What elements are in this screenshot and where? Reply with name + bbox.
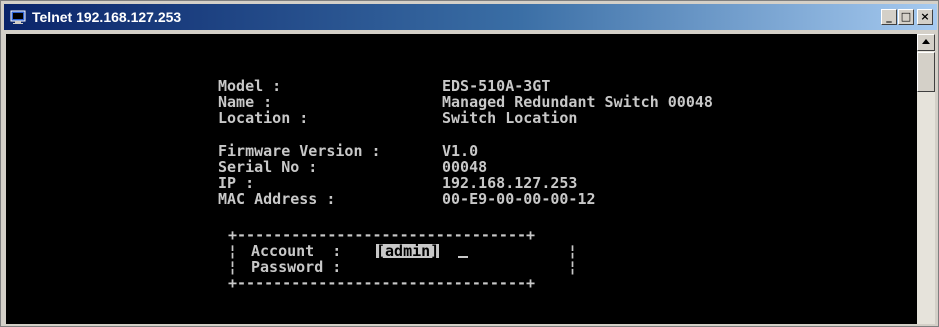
location-label: Location : <box>218 109 309 127</box>
maximize-button[interactable]: □ <box>898 9 914 25</box>
firmware-value: V1.0 <box>442 142 479 160</box>
mac-value: 00-E9-00-00-00-12 <box>442 190 596 208</box>
minimize-button[interactable]: _ <box>881 9 897 25</box>
model-label: Model : <box>218 77 282 95</box>
maximize-icon: □ <box>900 10 912 23</box>
ip-label: IP : <box>218 174 255 192</box>
terminal-screen[interactable]: Model : EDS-510A-3GT Name : Managed Redu… <box>6 34 917 324</box>
scroll-up-button[interactable] <box>917 34 935 51</box>
vertical-scrollbar[interactable] <box>917 34 935 324</box>
mac-label: MAC Address : <box>218 190 336 208</box>
login-box-left-edge-2: ¦ <box>228 258 238 276</box>
ip-value: 192.168.127.253 <box>442 174 578 192</box>
telnet-icon <box>10 10 26 24</box>
account-input[interactable]: [admin] <box>376 244 440 259</box>
name-value: Managed Redundant Switch 00048 <box>442 93 713 111</box>
minimize-icon: _ <box>886 10 892 23</box>
text-cursor <box>458 256 468 258</box>
window-title: Telnet 192.168.127.253 <box>32 9 182 25</box>
location-value: Switch Location <box>442 109 578 127</box>
login-box-right-edge-2: ¦ <box>568 258 578 276</box>
password-label: Password : <box>251 258 342 276</box>
serial-value: 00048 <box>442 158 488 176</box>
firmware-label: Firmware Version : <box>218 142 381 160</box>
login-box-top-border: +--------------------------------+ <box>228 226 536 244</box>
serial-label: Serial No : <box>218 158 318 176</box>
close-button[interactable]: × <box>917 9 933 25</box>
name-label: Name : <box>218 93 273 111</box>
login-box-left-edge: ¦ <box>228 242 238 260</box>
model-value: EDS-510A-3GT <box>442 77 551 95</box>
close-icon: × <box>920 10 930 23</box>
login-box-bottom-border: +--------------------------------+ <box>228 274 536 292</box>
login-box-right-edge: ¦ <box>568 242 578 260</box>
account-label: Account : <box>251 242 342 260</box>
scrollbar-thumb[interactable] <box>917 52 935 92</box>
telnet-window: Telnet 192.168.127.253 _ □ × Model : EDS… <box>0 0 939 327</box>
title-bar[interactable]: Telnet 192.168.127.253 _ □ × <box>4 4 937 30</box>
